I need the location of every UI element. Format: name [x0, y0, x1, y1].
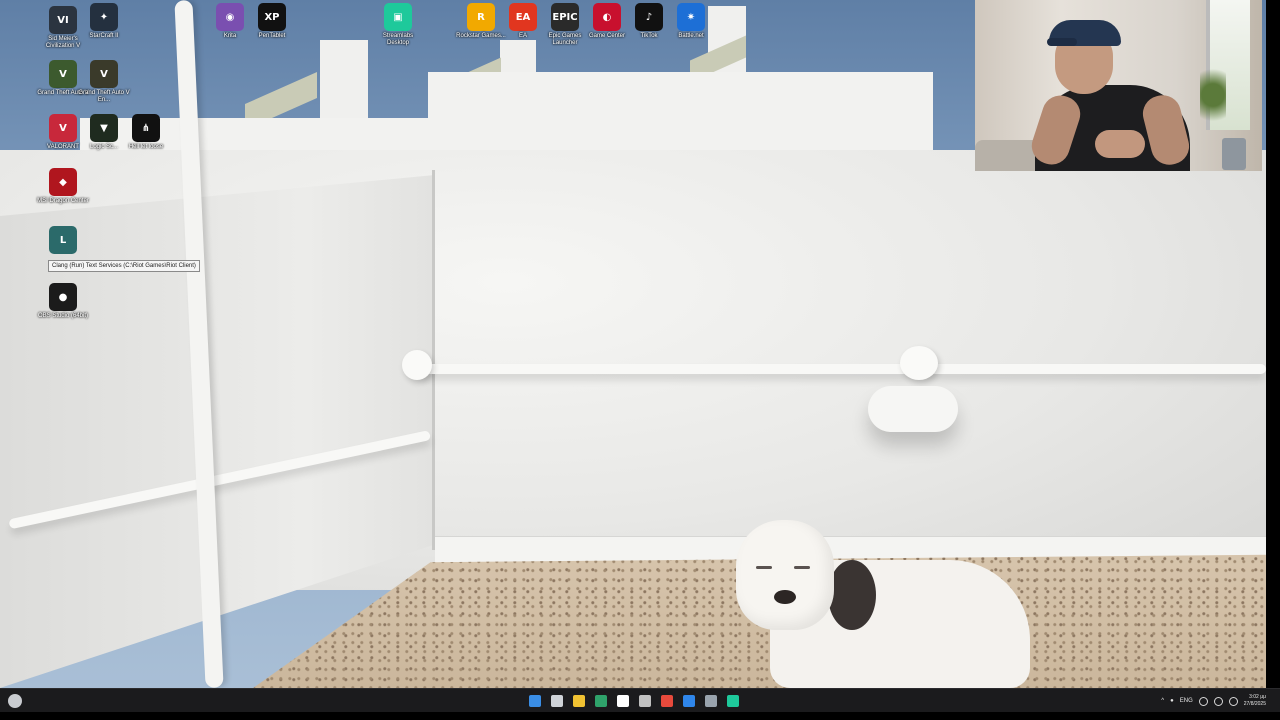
taskbar-battlenet-button[interactable]	[680, 692, 698, 710]
starcraft-icon: ✦	[90, 3, 118, 31]
webcam-person-cap-brim	[1047, 38, 1077, 46]
epic-games-icon: EPIC	[551, 3, 579, 31]
hell-let-loose-icon: ⋔	[132, 114, 160, 142]
desktop-icon-msi[interactable]: ◆ MSI Dragon Center	[36, 168, 90, 205]
taskbar: ^ ● ENG 3:02 μμ 27/8/2025	[0, 688, 1280, 713]
webcam-cup	[1222, 138, 1246, 170]
taskbar-app-button[interactable]	[702, 692, 720, 710]
clock-date: 27/8/2025	[1243, 701, 1266, 707]
dog-eye	[794, 566, 810, 569]
battlenet-icon	[683, 695, 695, 707]
wallpaper-pipe	[420, 364, 1266, 374]
desktop-icon-obs[interactable]: ● OBS Studio (64bit)	[36, 283, 90, 320]
taskview-icon	[551, 695, 563, 707]
desktop-icon-label: Streamlabs Desktop	[382, 33, 414, 46]
desktop-icon-pentablet[interactable]: XP PenTablet	[245, 3, 299, 40]
system-tray: ^ ● ENG 3:02 μμ 27/8/2025	[1161, 689, 1280, 713]
civ-icon: VI	[49, 6, 77, 34]
taskbar-taskview-button[interactable]	[548, 692, 566, 710]
taskbar-start-button[interactable]	[526, 692, 544, 710]
desktop-icon-label: PenTablet	[258, 33, 286, 39]
chevron-up-icon[interactable]: ^	[1161, 698, 1164, 704]
wallpaper-wall-lamp	[868, 386, 958, 432]
desktop-icon-label: OBS Studio (64bit)	[37, 313, 89, 319]
microphone-icon[interactable]: ●	[1170, 698, 1174, 704]
taskbar-calculator-button[interactable]	[636, 692, 654, 710]
desktop-icon-label: Grand Theft Auto V En...	[78, 90, 130, 103]
desktop-icon-starcraft[interactable]: ✦ StarCraft II	[77, 3, 131, 40]
game-center-icon: ◐	[593, 3, 621, 31]
ea-icon: EA	[509, 3, 537, 31]
taskbar-apps	[526, 692, 742, 710]
gta5-icon: V	[49, 60, 77, 88]
taskbar-streamlabs-button[interactable]	[724, 692, 742, 710]
language-indicator[interactable]: ENG	[1180, 698, 1193, 704]
webcam-plant	[1200, 60, 1226, 130]
wallpaper-pipe-bracket	[402, 350, 432, 380]
battery-icon[interactable]	[1228, 696, 1238, 706]
clock[interactable]: 3:02 μμ 27/8/2025	[1244, 694, 1266, 708]
league-of-legends-icon: L	[49, 226, 77, 254]
gta5-enhanced-icon: V	[90, 60, 118, 88]
desktop-icon-label: MSI Dragon Center	[37, 198, 89, 204]
taskbar-tiktok-button[interactable]	[614, 692, 632, 710]
start-icon	[529, 695, 541, 707]
webcam-person-hands	[1095, 130, 1145, 158]
tiktok-icon: ♪	[635, 3, 663, 31]
dog-patch	[828, 560, 876, 630]
clock-time: 3:02 μμ	[1249, 694, 1266, 700]
logic-icon: ▼	[90, 114, 118, 142]
desktop-icon-lol[interactable]: L	[36, 226, 90, 254]
desktop-icon-streamlabs[interactable]: ▣ Streamlabs Desktop	[371, 3, 425, 47]
valorant-icon: V	[49, 114, 77, 142]
explorer-icon	[573, 695, 585, 707]
screen-bottom-edge	[0, 712, 1280, 720]
dog-nose	[774, 590, 796, 604]
volume-icon[interactable]	[1213, 696, 1223, 706]
battlenet-icon: ✷	[677, 3, 705, 31]
desktop-icon-label: Hell let loose	[128, 144, 164, 150]
obs-icon: ●	[49, 283, 77, 311]
desktop-icon-label: StarCraft II	[89, 33, 119, 39]
taskbar-edge-button[interactable]	[592, 692, 610, 710]
streamlabs-icon: ▣	[384, 3, 412, 31]
weather-widget-icon[interactable]	[8, 694, 22, 708]
desktop-icon-tooltip: Clang (Run) Text Services (C:\Riot Games…	[48, 260, 200, 272]
calculator-icon	[639, 695, 651, 707]
krita-icon: ◉	[216, 3, 244, 31]
webcam-overlay	[975, 0, 1262, 171]
dog-head	[736, 520, 834, 630]
app-icon	[705, 695, 717, 707]
desktop-icon-label: Battle.net	[678, 33, 704, 39]
pentablet-icon: XP	[258, 3, 286, 31]
wallpaper-chimney	[320, 40, 368, 130]
taskbar-explorer-button[interactable]	[570, 692, 588, 710]
tiktok-icon	[617, 695, 629, 707]
wallpaper-dog	[700, 520, 1030, 688]
wifi-icon[interactable]	[1198, 696, 1208, 706]
desktop-icon-hell-let-loose[interactable]: ⋔ Hell let loose	[119, 114, 173, 151]
streamlabs-icon	[727, 695, 739, 707]
edge-icon	[595, 695, 607, 707]
wallpaper-wall-corner	[432, 170, 435, 550]
rockstar-icon: R	[467, 3, 495, 31]
desktop-icon-gta5en[interactable]: V Grand Theft Auto V En...	[77, 60, 131, 104]
taskbar-chrome-button[interactable]	[658, 692, 676, 710]
desktop-icon-battlenet[interactable]: ✷ Battle.net	[664, 3, 718, 40]
chrome-icon	[661, 695, 673, 707]
wallpaper-pipe-bracket	[900, 346, 938, 380]
dog-eye	[756, 566, 772, 569]
screen-edge	[1266, 170, 1280, 688]
msi-icon: ◆	[49, 168, 77, 196]
